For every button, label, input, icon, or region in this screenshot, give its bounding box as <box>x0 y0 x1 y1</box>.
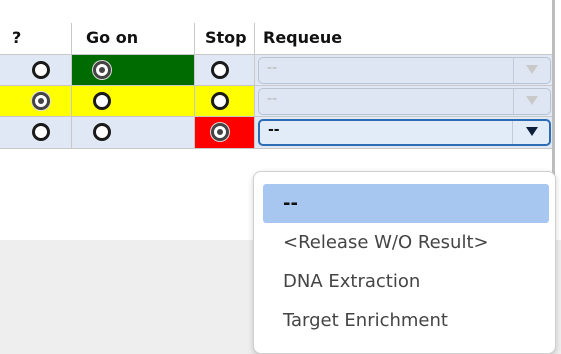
go-on-cell <box>71 86 194 117</box>
chevron-down-icon[interactable] <box>526 127 538 136</box>
stop-cell <box>194 117 254 148</box>
row-divider <box>0 148 552 149</box>
dropdown-option-release-without-result[interactable]: <Release W/O Result> <box>263 223 549 262</box>
requeue-dropdown-list: -- <Release W/O Result> DNA Extraction T… <box>253 171 556 354</box>
column-header-unknown[interactable]: ? <box>0 23 71 55</box>
requeue-select[interactable]: -- <box>258 57 551 84</box>
go-on-cell <box>71 117 194 148</box>
select-divider <box>513 58 514 83</box>
table-row: -- <box>0 86 552 117</box>
review-grid: ? Go on Stop Requeue -- -- -- <box>0 23 552 165</box>
stop-cell <box>194 86 254 117</box>
unknown-cell <box>0 117 71 148</box>
go-on-radio[interactable] <box>93 92 111 110</box>
requeue-select-value: -- <box>267 60 278 76</box>
row-divider <box>0 54 552 55</box>
go-on-radio[interactable] <box>93 61 111 79</box>
dropdown-option-none[interactable]: -- <box>263 184 549 223</box>
column-header-requeue[interactable]: Requeue <box>254 23 552 55</box>
requeue-select[interactable]: -- <box>258 88 551 115</box>
unknown-radio[interactable] <box>32 123 50 141</box>
row-divider <box>0 116 552 117</box>
stop-radio[interactable] <box>211 61 229 79</box>
unknown-cell <box>0 86 71 117</box>
select-divider <box>513 89 514 114</box>
go-on-cell <box>71 55 194 86</box>
table-row: -- <box>0 117 552 148</box>
requeue-select-value: -- <box>268 122 280 138</box>
dropdown-option-target-enrichment[interactable]: Target Enrichment <box>263 301 549 340</box>
chevron-down-icon[interactable] <box>526 96 538 105</box>
stop-radio[interactable] <box>211 92 229 110</box>
chevron-down-icon[interactable] <box>526 65 538 74</box>
stop-cell <box>194 55 254 86</box>
row-divider <box>0 85 552 86</box>
table-row: -- <box>0 55 552 86</box>
stop-radio[interactable] <box>211 123 229 141</box>
requeue-cell: -- <box>254 55 552 86</box>
column-header-stop[interactable]: Stop <box>194 23 254 55</box>
requeue-select-value: -- <box>267 91 278 107</box>
unknown-cell <box>0 55 71 86</box>
dropdown-option-dna-extraction[interactable]: DNA Extraction <box>263 262 549 301</box>
requeue-cell: -- <box>254 117 552 148</box>
go-on-radio[interactable] <box>93 123 111 141</box>
requeue-cell: -- <box>254 86 552 117</box>
requeue-select[interactable]: -- <box>258 119 551 146</box>
column-header-go-on[interactable]: Go on <box>71 23 194 55</box>
select-divider <box>512 121 513 144</box>
unknown-radio[interactable] <box>32 92 50 110</box>
unknown-radio[interactable] <box>32 61 50 79</box>
